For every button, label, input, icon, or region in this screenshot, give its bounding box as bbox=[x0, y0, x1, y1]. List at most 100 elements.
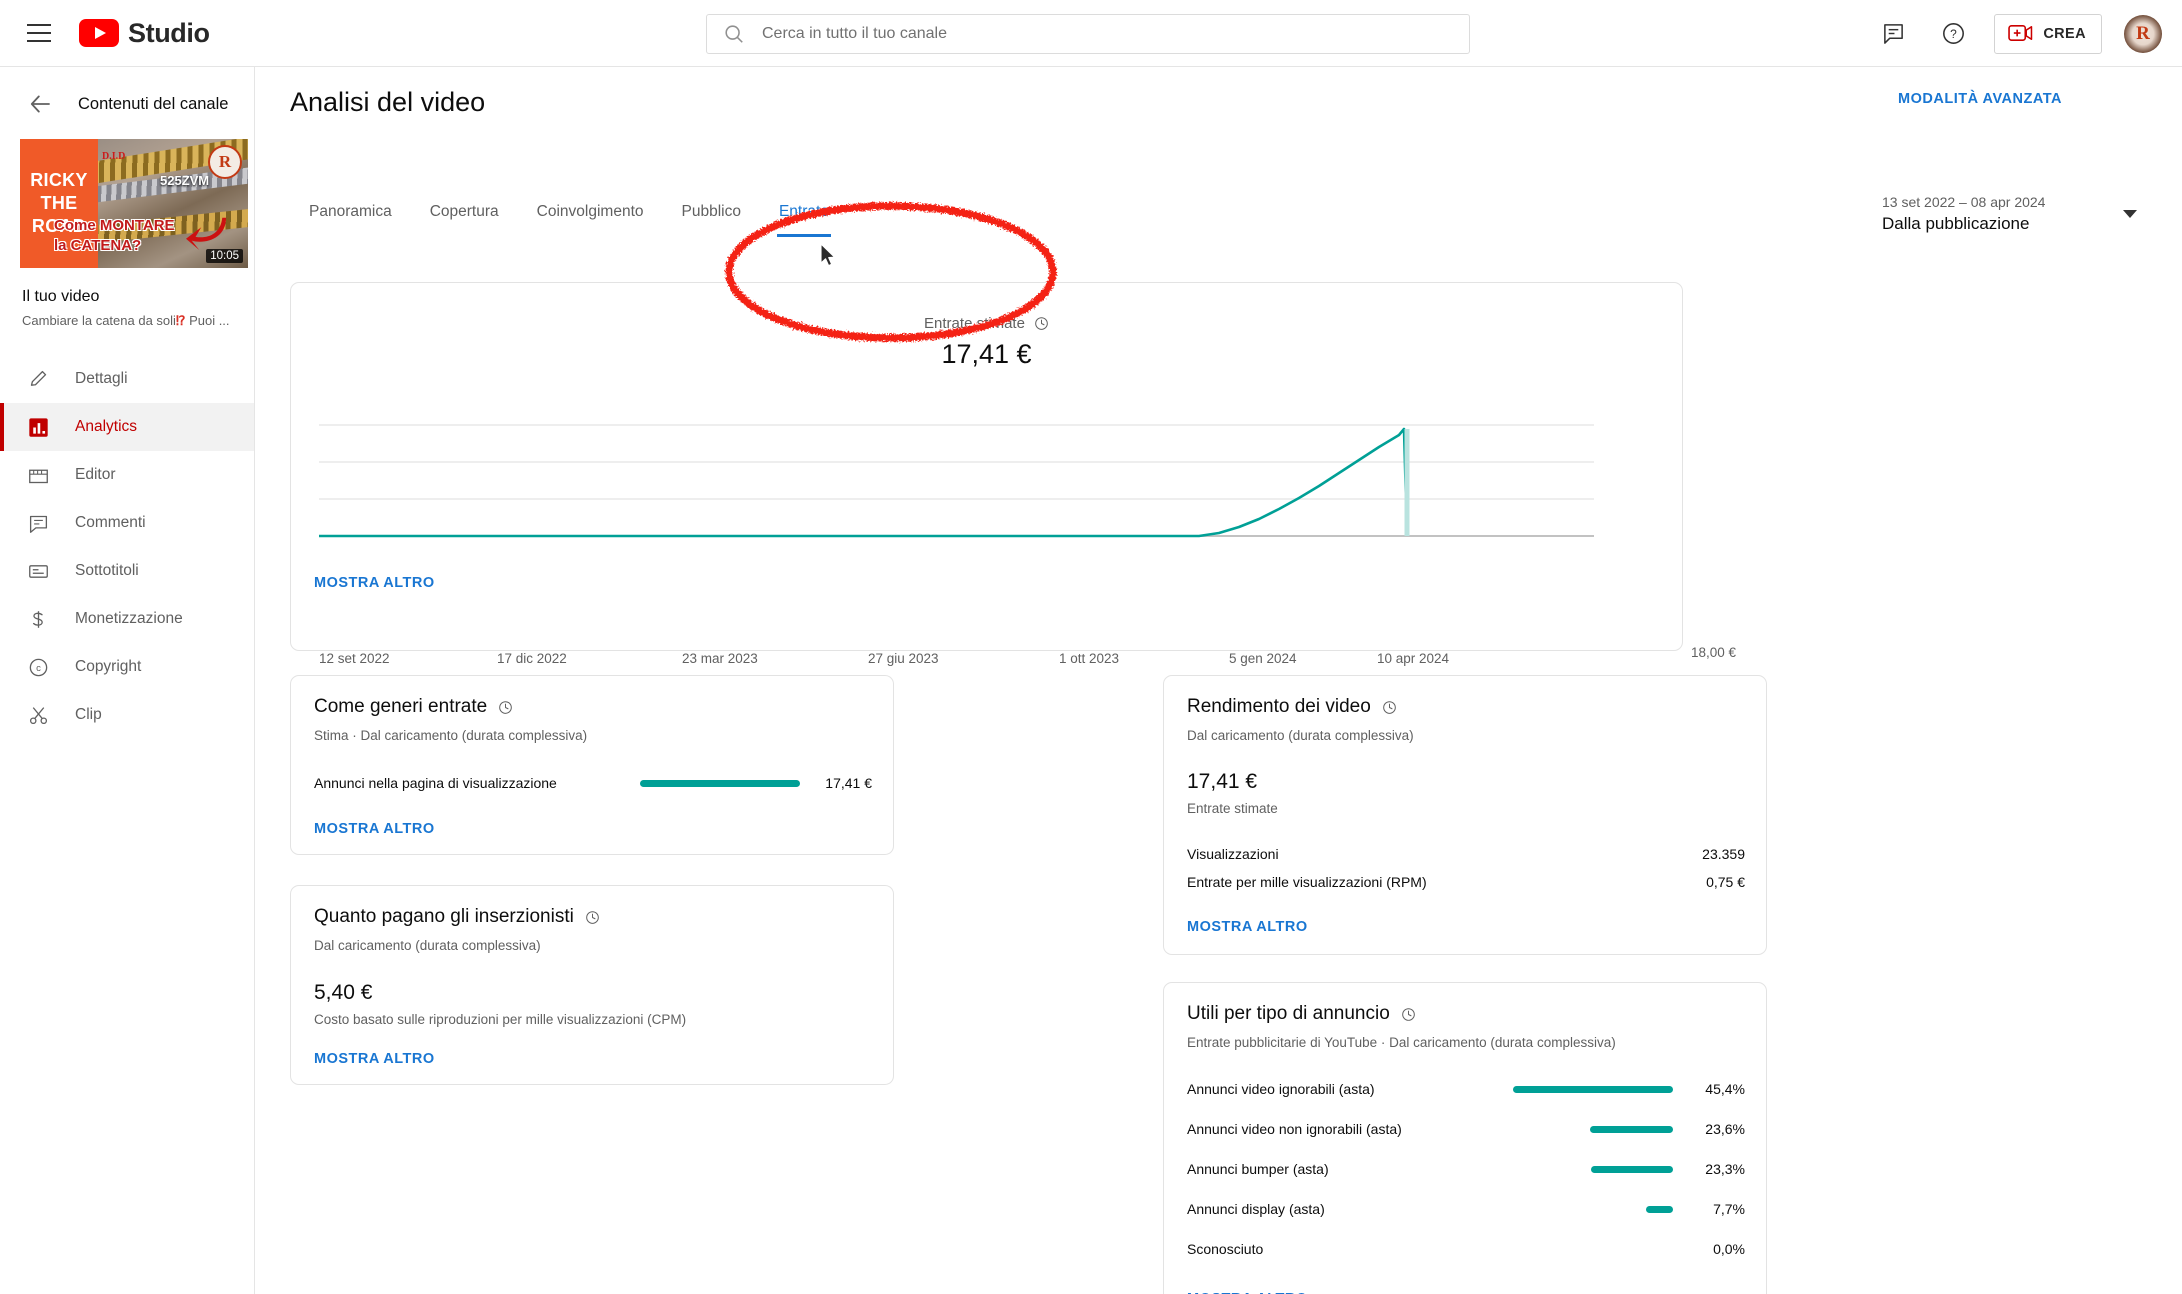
table-row[interactable]: Visualizzazioni 23.359 bbox=[1187, 846, 1745, 862]
feedback-icon[interactable] bbox=[1874, 15, 1912, 53]
list-item[interactable]: Annunci nella pagina di visualizzazione … bbox=[314, 772, 872, 794]
bar-chart-icon bbox=[26, 415, 50, 439]
subtitles-icon bbox=[26, 559, 50, 583]
sidebar-item-commenti[interactable]: Commenti bbox=[0, 499, 254, 547]
sidebar-item-copyright[interactable]: c Copyright bbox=[0, 643, 254, 691]
row-value: 0,75 € bbox=[1706, 874, 1745, 890]
row-bar-container bbox=[1493, 1085, 1673, 1093]
estimated-revenue-chart-card: Entrate stimate 17,41 € 18,00 € 12,00 € … bbox=[290, 282, 1736, 771]
svg-text:?: ? bbox=[1950, 27, 1957, 41]
tab-copertura[interactable]: Copertura bbox=[411, 203, 518, 237]
help-icon[interactable]: ? bbox=[1934, 15, 1972, 53]
sidebar-item-label: Analytics bbox=[75, 418, 138, 435]
row-value: 23.359 bbox=[1702, 846, 1745, 862]
row-value: 17,41 € bbox=[825, 775, 872, 791]
video-thumbnail[interactable]: D.I.D 525ZVM R RICKY THE ROAD Come MONTA… bbox=[20, 139, 248, 268]
date-range-selector[interactable]: 13 set 2022 – 08 apr 2024 Dalla pubblica… bbox=[1882, 194, 2137, 234]
card-title: Utili per tipo di annuncio bbox=[1187, 1003, 1416, 1025]
create-button-label: CREA bbox=[2043, 25, 2086, 42]
card-title: Quanto pagano gli inserzionisti bbox=[314, 906, 600, 928]
row-value: 0,0% bbox=[1713, 1241, 1745, 1257]
video-description: Cambiare la catena da soli⁉ Puoi ... bbox=[22, 313, 237, 329]
avatar[interactable]: R bbox=[2124, 14, 2162, 53]
row-bar-container bbox=[1493, 1165, 1673, 1173]
revenue-line-chart[interactable] bbox=[319, 423, 1604, 538]
create-button[interactable]: CREA bbox=[1994, 13, 2102, 54]
sidebar-item-clip[interactable]: Clip bbox=[0, 691, 254, 739]
row-value: 45,4% bbox=[1705, 1081, 1745, 1097]
sidebar-item-editor[interactable]: Editor bbox=[0, 451, 254, 499]
card-title-text: Utili per tipo di annuncio bbox=[1187, 1003, 1390, 1024]
sidebar-item-analytics[interactable]: Analytics bbox=[0, 403, 254, 451]
row-label: Annunci nella pagina di visualizzazione bbox=[314, 775, 557, 791]
hamburger-menu-icon[interactable] bbox=[22, 16, 56, 50]
row-label: Annunci video non ignorabili (asta) bbox=[1187, 1121, 1402, 1137]
left-sidebar: Contenuti del canale D.I.D 525ZVM R RICK… bbox=[0, 67, 255, 1294]
estimated-revenue-value: 17,41 € bbox=[1187, 770, 1258, 793]
row-bar bbox=[1646, 1205, 1673, 1213]
clock-icon[interactable] bbox=[1382, 700, 1397, 715]
card-title-text: Quanto pagano gli inserzionisti bbox=[314, 906, 574, 927]
card-title: Rendimento dei video bbox=[1187, 696, 1397, 718]
date-range-text: 13 set 2022 – 08 apr 2024 bbox=[1882, 194, 2046, 210]
sidebar-item-label: Sottotitoli bbox=[75, 562, 139, 579]
search-box[interactable] bbox=[706, 14, 1470, 54]
top-bar-actions: ? CREA R bbox=[1874, 0, 2162, 67]
thumbnail-brand-1: RICKY bbox=[30, 170, 88, 190]
clock-icon[interactable] bbox=[1034, 316, 1049, 331]
back-arrow-icon bbox=[30, 95, 50, 113]
sidebar-item-monetizzazione[interactable]: Monetizzazione bbox=[0, 595, 254, 643]
table-row[interactable]: Entrate per mille visualizzazioni (RPM) … bbox=[1187, 874, 1745, 890]
sidebar-item-sottotitoli[interactable]: Sottotitoli bbox=[0, 547, 254, 595]
sidebar-item-dettagli[interactable]: Dettagli bbox=[0, 355, 254, 403]
clock-icon[interactable] bbox=[585, 910, 600, 925]
advertiser-pay-card: Quanto pagano gli inserzionisti Dal cari… bbox=[290, 885, 894, 1085]
cpm-description: Costo basato sulle riproduzioni per mill… bbox=[314, 1012, 687, 1027]
back-to-channel-content[interactable]: Contenuti del canale bbox=[0, 67, 254, 117]
row-value: 7,7% bbox=[1713, 1201, 1745, 1217]
video-title: Il tuo video bbox=[22, 288, 100, 305]
tab-coinvolgimento[interactable]: Coinvolgimento bbox=[518, 203, 663, 237]
list-item[interactable]: Annunci video ignorabili (asta) 45,4% bbox=[1187, 1078, 1745, 1100]
chart-metric-label-text: Entrate stimate bbox=[924, 315, 1025, 332]
page-title: Analisi del video bbox=[290, 87, 486, 117]
row-label: Entrate per mille visualizzazioni (RPM) bbox=[1187, 874, 1427, 890]
chevron-down-icon bbox=[2123, 210, 2137, 218]
show-more-chart[interactable]: MOSTRA ALTRO bbox=[314, 575, 435, 591]
clock-icon[interactable] bbox=[1401, 1007, 1416, 1022]
tab-pubblico[interactable]: Pubblico bbox=[663, 203, 760, 237]
list-item[interactable]: Annunci bumper (asta) 23,3% bbox=[1187, 1158, 1745, 1180]
sidebar-item-label: Copyright bbox=[75, 658, 142, 675]
clock-icon[interactable] bbox=[498, 700, 513, 715]
row-bar bbox=[1591, 1165, 1673, 1173]
list-item[interactable]: Annunci video non ignorabili (asta) 23,6… bbox=[1187, 1118, 1745, 1140]
sidebar-item-label: Clip bbox=[75, 706, 102, 723]
svg-text:c: c bbox=[36, 663, 41, 674]
show-more-revenue-sources[interactable]: MOSTRA ALTRO bbox=[314, 821, 435, 837]
advanced-mode-link[interactable]: MODALITÀ AVANZATA bbox=[1898, 91, 2062, 107]
youtube-studio-logo[interactable]: Studio bbox=[79, 18, 210, 49]
list-item[interactable]: Sconosciuto 0,0% bbox=[1187, 1238, 1745, 1260]
tab-entrate[interactable]: Entrate bbox=[760, 203, 848, 237]
card-subtitle: Entrate pubblicitarie di YouTube · Dal c… bbox=[1187, 1035, 1616, 1050]
show-more-video-performance[interactable]: MOSTRA ALTRO bbox=[1187, 919, 1308, 935]
row-bar-container bbox=[1493, 1205, 1673, 1213]
date-preset-text: Dalla pubblicazione bbox=[1882, 214, 2030, 233]
main-content: Analisi del video MODALITÀ AVANZATA Pano… bbox=[255, 67, 2182, 1294]
studio-wordmark: Studio bbox=[128, 17, 210, 48]
thumbnail-brand-2: THE bbox=[40, 193, 78, 213]
sidebar-item-label: Dettagli bbox=[75, 370, 128, 387]
video-description-text: Cambiare la catena da soli bbox=[22, 313, 176, 328]
search-input[interactable] bbox=[762, 25, 1453, 43]
search-icon bbox=[725, 25, 743, 43]
video-performance-card: Rendimento dei video Dal caricamento (du… bbox=[1163, 675, 1767, 955]
row-label: Visualizzazioni bbox=[1187, 846, 1279, 862]
dollar-icon bbox=[26, 607, 50, 631]
list-item[interactable]: Annunci display (asta) 7,7% bbox=[1187, 1198, 1745, 1220]
x-tick-label: 12 set 2022 bbox=[319, 651, 390, 666]
show-more-advertiser-pay[interactable]: MOSTRA ALTRO bbox=[314, 1051, 435, 1067]
avatar-initial: R bbox=[2136, 22, 2150, 44]
x-tick-label: 17 dic 2022 bbox=[497, 651, 567, 666]
card-subtitle: Dal caricamento (durata complessiva) bbox=[314, 938, 541, 953]
tab-panoramica[interactable]: Panoramica bbox=[290, 203, 411, 237]
